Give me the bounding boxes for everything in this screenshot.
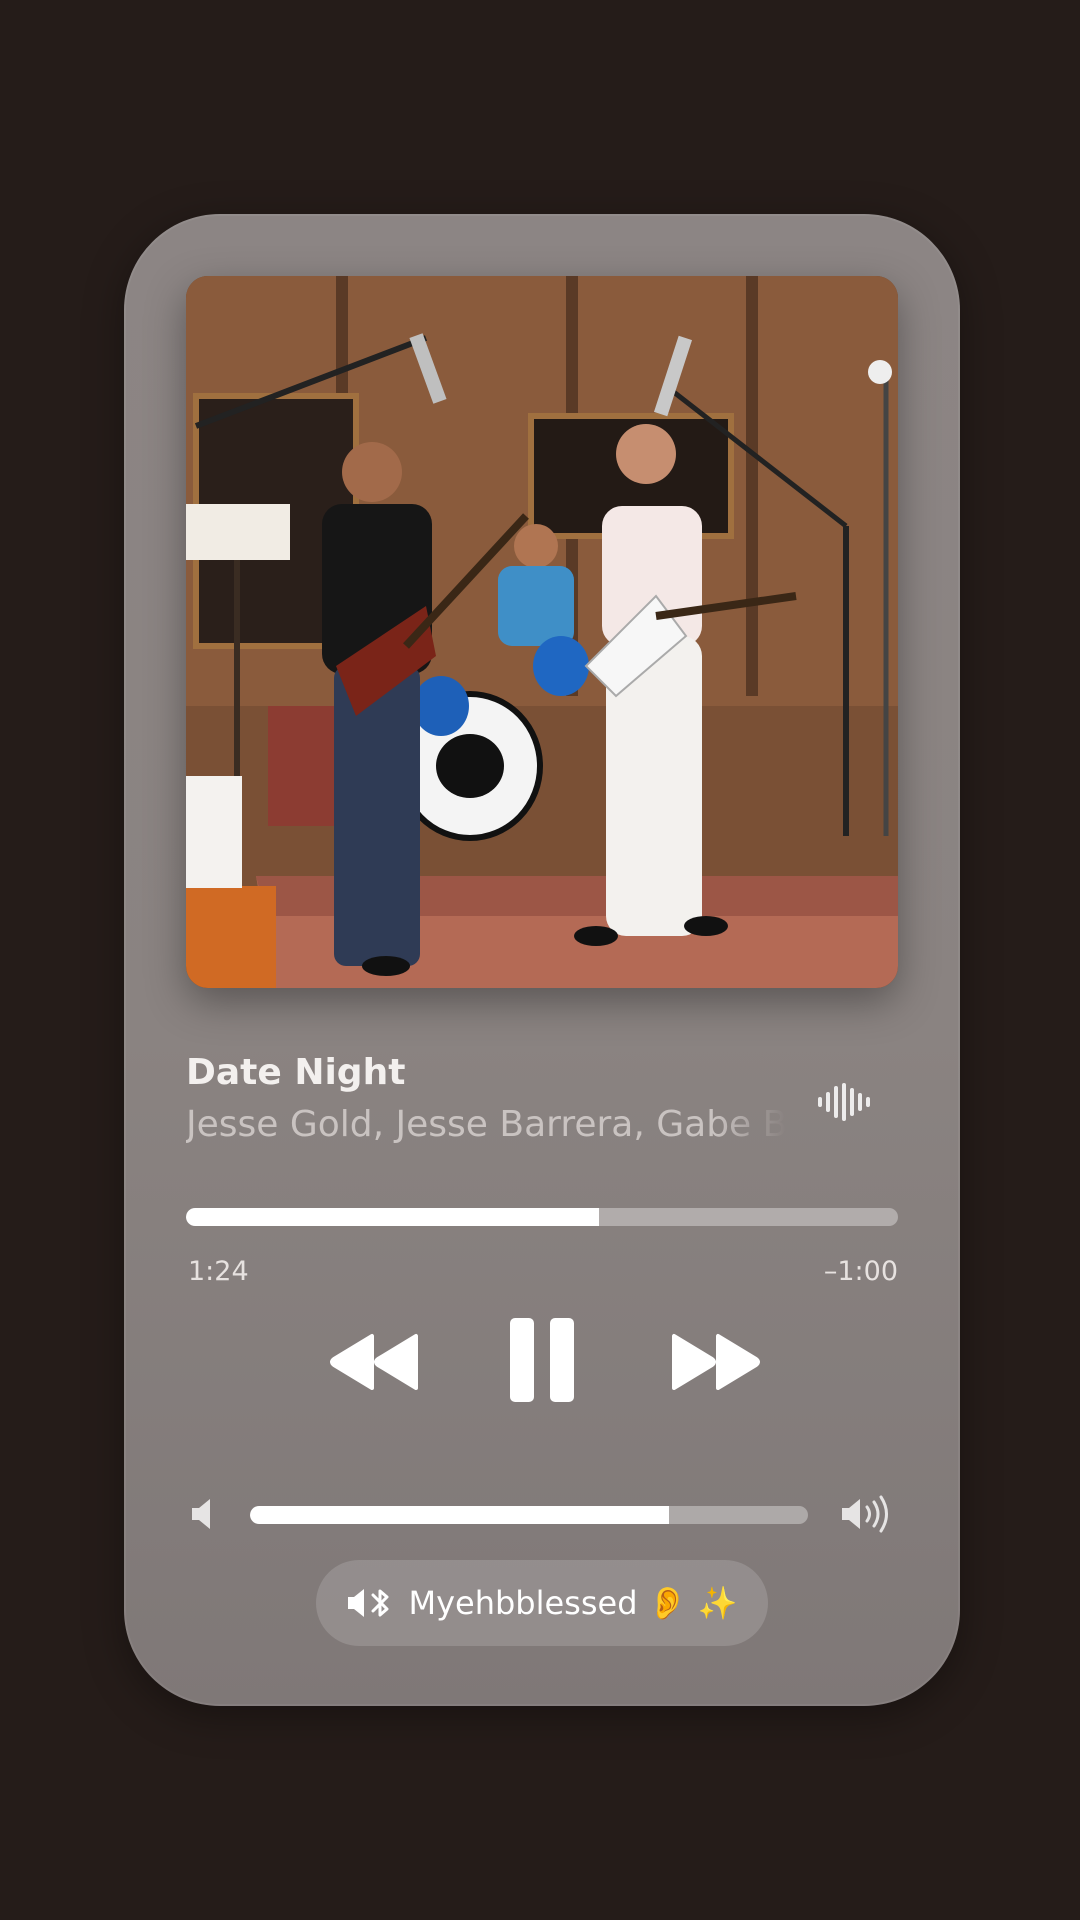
elapsed-time: 1:24 bbox=[188, 1256, 249, 1287]
fast-forward-icon bbox=[672, 1334, 760, 1390]
album-artwork-image bbox=[186, 276, 898, 988]
output-device-button[interactable]: Myehbblessed 👂 ✨ bbox=[316, 1560, 768, 1646]
fast-forward-button[interactable] bbox=[666, 1332, 766, 1392]
rewind-button[interactable] bbox=[324, 1332, 424, 1392]
bluetooth-speaker-icon bbox=[348, 1589, 389, 1617]
speaker-low-icon bbox=[190, 1496, 218, 1532]
rewind-icon bbox=[330, 1334, 418, 1390]
playback-progress-bar[interactable] bbox=[186, 1208, 898, 1226]
now-playing-card: Date Night Jesse Gold, Jesse Barrera, Ga… bbox=[124, 214, 960, 1706]
album-artwork[interactable] bbox=[186, 276, 898, 988]
waveform-icon[interactable] bbox=[814, 1082, 874, 1122]
song-artist[interactable]: Jesse Gold, Jesse Barrera, Gabe B bbox=[186, 1104, 786, 1145]
pause-icon bbox=[510, 1318, 574, 1402]
playback-progress-fill bbox=[186, 1208, 599, 1226]
output-device-name: Myehbblessed 👂 ✨ bbox=[408, 1584, 738, 1622]
speaker-high-icon bbox=[840, 1494, 896, 1534]
volume-slider[interactable] bbox=[250, 1506, 808, 1524]
remaining-time: –1:00 bbox=[823, 1256, 898, 1287]
song-title[interactable]: Date Night bbox=[186, 1052, 405, 1093]
pause-button[interactable] bbox=[506, 1314, 578, 1406]
volume-slider-fill bbox=[250, 1506, 669, 1524]
